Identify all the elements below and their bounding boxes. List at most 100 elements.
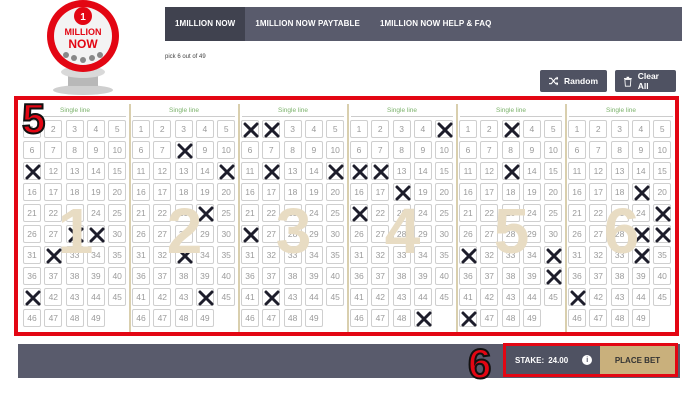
number-cell[interactable]: 14: [195, 162, 214, 180]
clear-all-button[interactable]: Clear All: [615, 70, 676, 92]
number-cell[interactable]: 5: [108, 120, 127, 138]
number-cell[interactable]: 47: [44, 309, 63, 327]
number-cell[interactable]: 32: [371, 246, 390, 264]
number-cell[interactable]: 22: [371, 204, 390, 222]
number-cell[interactable]: 42: [153, 288, 172, 306]
number-cell[interactable]: [568, 288, 586, 306]
number-cell[interactable]: 20: [544, 183, 563, 201]
number-cell[interactable]: 36: [241, 267, 259, 285]
number-cell[interactable]: 12: [44, 162, 63, 180]
number-cell[interactable]: 24: [413, 204, 432, 222]
number-cell[interactable]: 34: [86, 246, 105, 264]
number-cell[interactable]: 47: [480, 309, 499, 327]
number-cell[interactable]: 12: [589, 162, 608, 180]
number-cell[interactable]: 40: [435, 267, 454, 285]
number-cell[interactable]: 6: [241, 141, 259, 159]
number-cell[interactable]: 32: [262, 246, 281, 264]
number-cell[interactable]: 19: [195, 183, 214, 201]
number-cell[interactable]: 39: [631, 267, 650, 285]
number-cell[interactable]: 36: [132, 267, 150, 285]
number-cell[interactable]: 4: [413, 120, 432, 138]
number-cell[interactable]: 5: [544, 120, 563, 138]
number-cell[interactable]: 9: [195, 141, 214, 159]
number-cell[interactable]: 34: [413, 246, 432, 264]
number-cell[interactable]: 3: [610, 120, 629, 138]
number-cell[interactable]: 35: [217, 246, 236, 264]
number-cell[interactable]: 11: [132, 162, 150, 180]
number-cell[interactable]: 21: [568, 204, 586, 222]
number-cell[interactable]: 49: [195, 309, 214, 327]
number-cell[interactable]: 17: [262, 183, 281, 201]
number-cell[interactable]: 32: [153, 246, 172, 264]
number-cell[interactable]: [262, 120, 281, 138]
number-cell[interactable]: 28: [174, 225, 193, 243]
number-cell[interactable]: 37: [480, 267, 499, 285]
number-cell[interactable]: 29: [195, 225, 214, 243]
number-cell[interactable]: 2: [44, 120, 63, 138]
number-cell[interactable]: 4: [86, 120, 105, 138]
number-cell[interactable]: 39: [195, 267, 214, 285]
number-cell[interactable]: 42: [480, 288, 499, 306]
number-cell[interactable]: 37: [371, 267, 390, 285]
number-cell[interactable]: 6: [23, 141, 41, 159]
number-cell[interactable]: 23: [283, 204, 302, 222]
number-cell[interactable]: 26: [568, 225, 586, 243]
number-cell[interactable]: 30: [217, 225, 236, 243]
number-cell[interactable]: 40: [326, 267, 345, 285]
number-cell[interactable]: 49: [86, 309, 105, 327]
number-cell[interactable]: 7: [153, 141, 172, 159]
number-cell[interactable]: 17: [44, 183, 63, 201]
number-cell[interactable]: 25: [108, 204, 127, 222]
number-cell[interactable]: 39: [86, 267, 105, 285]
number-cell[interactable]: 15: [435, 162, 454, 180]
number-cell[interactable]: 11: [241, 162, 259, 180]
number-cell[interactable]: 4: [631, 120, 650, 138]
number-cell[interactable]: 7: [589, 141, 608, 159]
number-cell[interactable]: 36: [568, 267, 586, 285]
number-cell[interactable]: [86, 225, 105, 243]
number-cell[interactable]: 1: [459, 120, 477, 138]
number-cell[interactable]: [371, 162, 390, 180]
number-cell[interactable]: [544, 267, 563, 285]
number-cell[interactable]: 23: [501, 204, 520, 222]
number-cell[interactable]: 33: [283, 246, 302, 264]
number-cell[interactable]: 35: [326, 246, 345, 264]
number-cell[interactable]: 31: [241, 246, 259, 264]
number-cell[interactable]: 25: [435, 204, 454, 222]
number-cell[interactable]: 28: [392, 225, 411, 243]
number-cell[interactable]: 1: [568, 120, 586, 138]
number-cell[interactable]: 24: [86, 204, 105, 222]
number-cell[interactable]: 33: [610, 246, 629, 264]
number-cell[interactable]: [23, 288, 41, 306]
number-cell[interactable]: 38: [283, 267, 302, 285]
number-cell[interactable]: 40: [217, 267, 236, 285]
number-cell[interactable]: [544, 246, 563, 264]
number-cell[interactable]: 5: [653, 120, 672, 138]
number-cell[interactable]: [501, 120, 520, 138]
number-cell[interactable]: 38: [610, 267, 629, 285]
info-icon[interactable]: i: [582, 355, 593, 365]
number-cell[interactable]: 6: [350, 141, 368, 159]
number-cell[interactable]: 28: [501, 225, 520, 243]
number-cell[interactable]: 7: [371, 141, 390, 159]
number-cell[interactable]: 17: [480, 183, 499, 201]
number-cell[interactable]: 31: [568, 246, 586, 264]
number-cell[interactable]: 2: [589, 120, 608, 138]
number-cell[interactable]: 4: [522, 120, 541, 138]
number-cell[interactable]: 47: [371, 309, 390, 327]
number-cell[interactable]: 12: [153, 162, 172, 180]
number-cell[interactable]: 18: [610, 183, 629, 201]
number-cell[interactable]: 13: [174, 162, 193, 180]
number-cell[interactable]: 14: [86, 162, 105, 180]
number-cell[interactable]: 32: [480, 246, 499, 264]
number-cell[interactable]: 10: [217, 141, 236, 159]
number-cell[interactable]: 48: [283, 309, 302, 327]
number-cell[interactable]: 42: [44, 288, 63, 306]
place-bet-button[interactable]: PLACE BET: [600, 346, 675, 374]
number-cell[interactable]: 41: [132, 288, 150, 306]
number-cell[interactable]: 46: [23, 309, 41, 327]
number-cell[interactable]: 19: [304, 183, 323, 201]
number-cell[interactable]: 41: [241, 288, 259, 306]
number-cell[interactable]: 38: [392, 267, 411, 285]
number-cell[interactable]: 30: [435, 225, 454, 243]
